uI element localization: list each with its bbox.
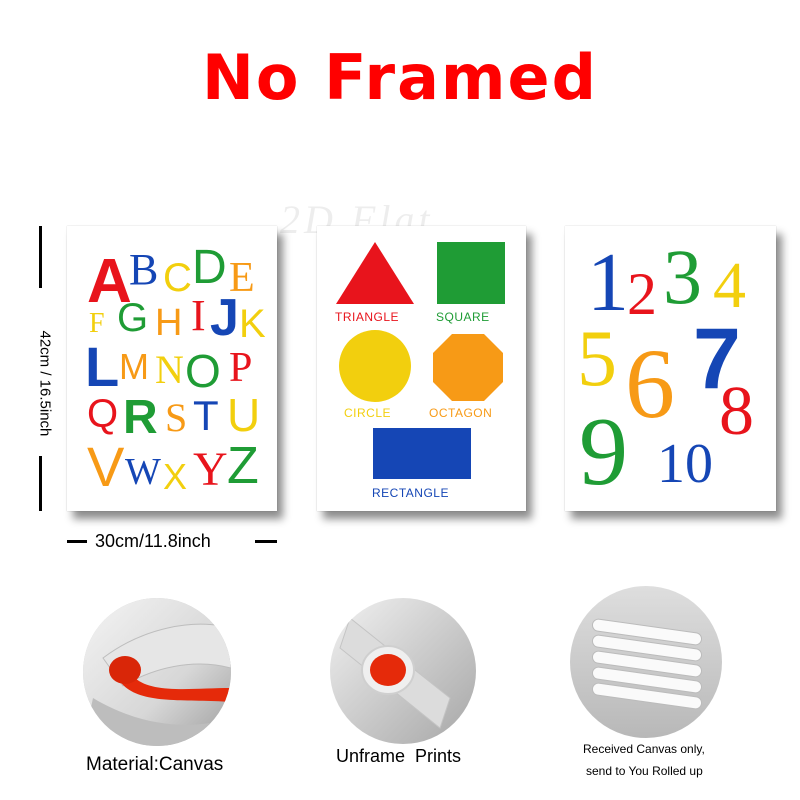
octagon-shape xyxy=(433,334,503,401)
letter-d: D xyxy=(192,241,227,294)
received-caption-line1: Received Canvas only, xyxy=(583,742,705,756)
height-dimension-label: 42cm / 16.5inch xyxy=(36,330,54,437)
letter-v: V xyxy=(87,435,125,498)
material-caption: Material:Canvas xyxy=(86,754,224,775)
letter-h: H xyxy=(155,302,183,344)
letter-p: P xyxy=(229,345,253,391)
square-shape xyxy=(437,242,505,304)
circle-label: CIRCLE xyxy=(344,406,392,420)
letter-z: Z xyxy=(227,437,259,495)
letter-l: L xyxy=(85,335,120,398)
numbers-poster: 1 2 3 4 5 6 7 8 9 10 xyxy=(565,226,776,511)
number-8: 8 xyxy=(719,373,754,450)
letter-u: U xyxy=(227,389,261,441)
number-5: 5 xyxy=(577,315,617,403)
rolled-packages-icon xyxy=(570,586,722,738)
rolled-canvas-photo xyxy=(83,598,231,746)
number-6: 6 xyxy=(625,328,675,439)
letter-k: K xyxy=(239,302,266,346)
rolled-packages-photo xyxy=(570,586,722,738)
received-caption-line2: send to You Rolled up xyxy=(586,764,703,778)
letter-s: S xyxy=(165,395,188,440)
letter-c: C xyxy=(163,256,192,300)
number-3: 3 xyxy=(663,233,702,320)
octagon-label: OCTAGON xyxy=(429,406,493,420)
circle-shape xyxy=(339,330,411,402)
triangle-shape xyxy=(336,242,414,304)
number-2: 2 xyxy=(627,261,657,327)
shapes-poster: TRIANGLE SQUARE CIRCLE OCTAGON RECTANGLE xyxy=(317,226,526,511)
canvas-roll-icon xyxy=(330,598,476,744)
letter-q: Q xyxy=(87,392,119,436)
unframe-caption: Unframe Prints xyxy=(336,746,462,766)
letter-g: G xyxy=(117,296,149,340)
square-label: SQUARE xyxy=(436,310,490,324)
rolled-canvas-icon xyxy=(83,598,231,746)
number-10: 10 xyxy=(657,433,713,495)
letter-i: I xyxy=(191,291,206,340)
width-dimension-dash-left xyxy=(67,540,87,543)
width-dimension-dash-right xyxy=(255,540,277,543)
width-dimension-label: 30cm/11.8inch xyxy=(95,531,211,551)
number-9: 9 xyxy=(579,398,628,506)
triangle-label: TRIANGLE xyxy=(335,310,400,324)
rectangle-label: RECTANGLE xyxy=(372,486,449,500)
letter-n: N xyxy=(155,347,184,392)
letter-x: X xyxy=(163,456,188,497)
letter-b: B xyxy=(129,245,159,294)
letter-y: Y xyxy=(193,443,228,496)
shapes-drawing xyxy=(336,242,505,479)
letter-o: O xyxy=(185,345,221,397)
page-headline: No Framed xyxy=(202,41,598,114)
canvas-roll-photo xyxy=(330,598,476,744)
letter-t: T xyxy=(193,392,219,439)
letter-m: M xyxy=(119,346,149,387)
letter-j: J xyxy=(210,289,239,347)
letter-w: W xyxy=(125,451,161,493)
alphabet-poster: A B C D E F G H I J K L M N O P Q R S T … xyxy=(67,226,277,511)
rectangle-shape xyxy=(373,428,471,479)
height-dimension-line-top xyxy=(39,226,42,288)
height-dimension-line-bottom xyxy=(39,456,42,511)
letter-r: R xyxy=(123,391,158,444)
